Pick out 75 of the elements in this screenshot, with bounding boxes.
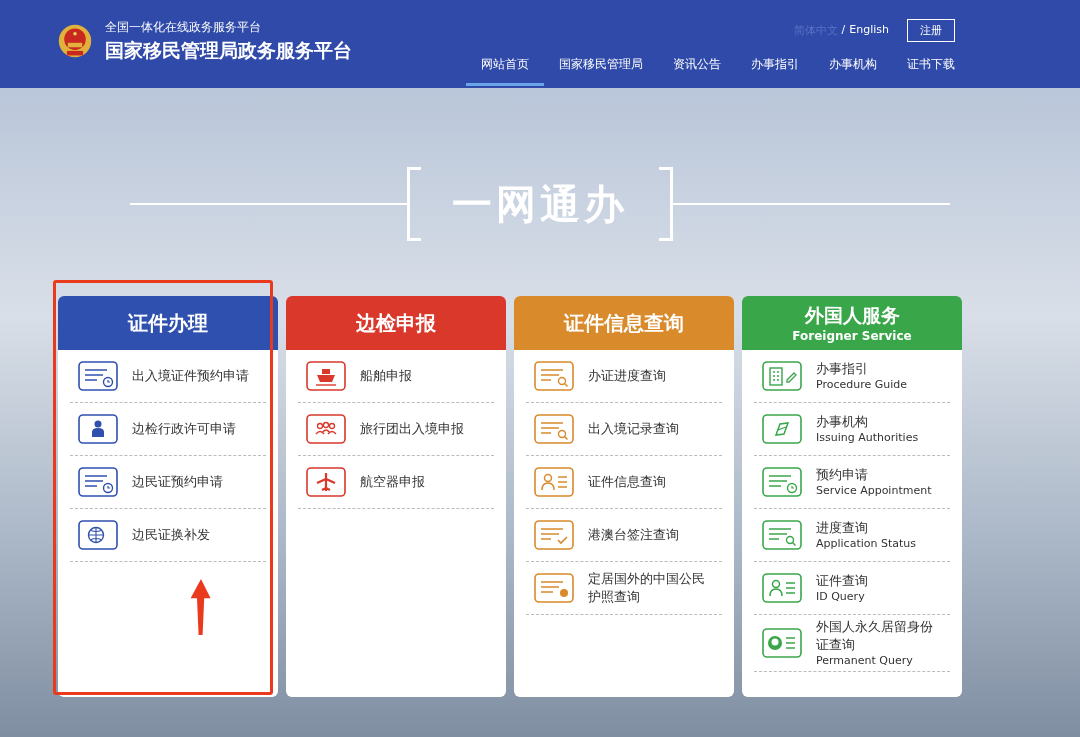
id-card-icon xyxy=(534,467,574,497)
service-label: 定居国外的中国公民护照查询 xyxy=(588,570,706,606)
nav-tab[interactable]: 办事机构 xyxy=(814,50,892,86)
language-separator: / xyxy=(841,23,846,38)
building-card-icon xyxy=(762,361,802,391)
service-english-label: Permanent Query xyxy=(816,654,914,668)
service-link[interactable]: 边民证预约申请 xyxy=(70,456,266,509)
card-subtitle: Foreigner Service xyxy=(792,329,912,343)
service-label: 港澳台签注查询 xyxy=(588,526,679,544)
service-link[interactable]: 办证进度查询 xyxy=(526,350,722,403)
service-label: 办事机构 xyxy=(816,413,869,431)
service-label: 办事指引 xyxy=(816,360,869,378)
service-link[interactable]: 港澳台签注查询 xyxy=(526,509,722,562)
globe-card-icon xyxy=(78,520,118,550)
service-link[interactable]: 船舶申报 xyxy=(298,350,494,403)
person-card-icon xyxy=(78,414,118,444)
service-label: 证件信息查询 xyxy=(588,473,666,491)
card-title: 外国人服务 xyxy=(804,303,900,328)
service-link[interactable]: 办事机构 Issuing Authorities xyxy=(754,403,950,456)
service-label: 进度查询 xyxy=(816,519,869,537)
clock-card-icon xyxy=(762,467,802,497)
group-card-icon xyxy=(306,414,346,444)
service-label: 船舶申报 xyxy=(360,367,412,385)
service-link[interactable]: 进度查询 Application Status xyxy=(754,509,950,562)
service-link[interactable]: 旅行团出入境申报 xyxy=(298,403,494,456)
search-card-icon xyxy=(534,414,574,444)
service-label: 外国人永久居留身份证查询 xyxy=(816,618,934,654)
service-link[interactable]: 外国人永久居留身份证查询 Permanent Query xyxy=(754,615,950,672)
service-label: 证件查询 xyxy=(816,572,868,590)
service-label: 边民证换补发 xyxy=(132,526,210,544)
passport-card-icon xyxy=(534,573,574,603)
service-link[interactable]: 边民证换补发 xyxy=(70,509,266,562)
service-label: 边民证预约申请 xyxy=(132,473,223,491)
search-card-icon xyxy=(534,361,574,391)
clock-card-icon xyxy=(78,467,118,497)
service-link[interactable]: 出入境记录查询 xyxy=(526,403,722,456)
service-link[interactable]: 航空器申报 xyxy=(298,456,494,509)
check-card-icon xyxy=(534,520,574,550)
service-link[interactable]: 办事指引 Procedure Guide xyxy=(754,350,950,403)
service-english-label: ID Query xyxy=(816,590,866,604)
site-title: 国家移民管理局政务服务平台 xyxy=(105,37,352,63)
service-link[interactable]: 证件信息查询 xyxy=(526,456,722,509)
card-title: 证件办理 xyxy=(128,309,208,337)
service-link[interactable]: 定居国外的中国公民护照查询 xyxy=(526,562,722,615)
card-title: 边检申报 xyxy=(356,309,436,337)
service-english-label: Application Status xyxy=(816,537,916,551)
service-label: 办证进度查询 xyxy=(588,367,666,385)
service-link[interactable]: 证件查询 ID Query xyxy=(754,562,950,615)
service-label: 旅行团出入境申报 xyxy=(360,420,464,438)
service-label: 边检行政许可申请 xyxy=(132,420,236,438)
face-card-icon xyxy=(762,628,802,658)
nav-tab[interactable]: 国家移民管理局 xyxy=(544,50,658,86)
service-english-label: Service Appointment xyxy=(816,484,932,498)
clock-card-icon xyxy=(78,361,118,391)
service-label: 出入境证件预约申请 xyxy=(132,367,249,385)
search-card-icon xyxy=(762,520,802,550)
service-english-label: Procedure Guide xyxy=(816,378,908,392)
card-title: 证件信息查询 xyxy=(564,309,684,337)
service-label: 航空器申报 xyxy=(360,473,425,491)
platform-subtitle: 全国一体化在线政务服务平台 xyxy=(105,18,262,36)
nav-tab[interactable]: 资讯公告 xyxy=(658,50,736,86)
id-card-icon xyxy=(762,573,802,603)
plane-card-icon xyxy=(306,467,346,497)
language-link[interactable]: English xyxy=(849,23,889,38)
service-english-label: Issuing Authorities xyxy=(816,431,919,445)
service-link[interactable]: 预约申请 Service Appointment xyxy=(754,456,950,509)
register-button[interactable]: 注册 xyxy=(907,19,955,42)
service-link[interactable]: 边检行政许可申请 xyxy=(70,403,266,456)
compass-card-icon xyxy=(762,414,802,444)
service-label: 出入境记录查询 xyxy=(588,420,679,438)
nav-tab[interactable]: 办事指引 xyxy=(736,50,814,86)
nav-tab[interactable]: 证书下载 xyxy=(892,50,970,86)
service-label: 预约申请 xyxy=(816,466,869,484)
service-link[interactable]: 出入境证件预约申请 xyxy=(70,350,266,403)
ship-card-icon xyxy=(306,361,346,391)
